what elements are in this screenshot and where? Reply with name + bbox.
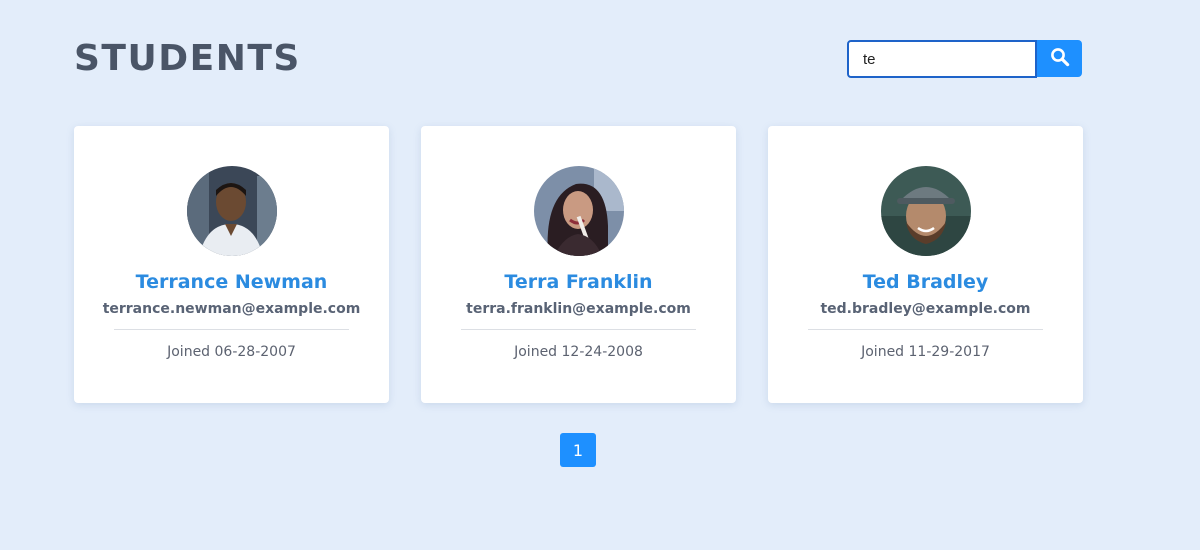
joined-date: Joined 11-29-2017 — [861, 344, 990, 360]
student-name[interactable]: Ted Bradley — [863, 271, 989, 293]
card-divider — [808, 329, 1043, 330]
avatar — [880, 166, 971, 256]
student-name[interactable]: Terra Franklin — [504, 271, 652, 293]
search-input[interactable] — [847, 40, 1037, 78]
search-form — [847, 40, 1082, 78]
page-title: STUDENTS — [74, 38, 301, 79]
page-button-1[interactable]: 1 — [560, 433, 596, 467]
students-page: STUDENTS te Terrance Newman terrance.new… — [0, 0, 1200, 550]
student-name[interactable]: Terrance Newman — [136, 271, 328, 293]
avatar — [186, 166, 277, 256]
student-card: Terra Franklin terra.franklin@example.co… — [421, 126, 736, 403]
card-divider — [114, 329, 349, 330]
joined-date: Joined 06-28-2007 — [167, 344, 296, 360]
card-divider — [461, 329, 696, 330]
student-email: ted.bradley@example.com — [820, 301, 1031, 317]
student-email: terrance.newman@example.com — [102, 301, 361, 317]
search-button[interactable] — [1037, 40, 1082, 77]
pagination: 1 — [560, 433, 596, 467]
student-card: Ted Bradley ted.bradley@example.com Join… — [768, 126, 1083, 403]
student-email: terra.franklin@example.com — [466, 301, 691, 317]
search-icon — [1050, 47, 1070, 70]
avatar — [533, 166, 624, 256]
joined-date: Joined 12-24-2008 — [514, 344, 643, 360]
student-card-list: Terrance Newman terrance.newman@example.… — [74, 126, 1083, 403]
student-card: Terrance Newman terrance.newman@example.… — [74, 126, 389, 403]
